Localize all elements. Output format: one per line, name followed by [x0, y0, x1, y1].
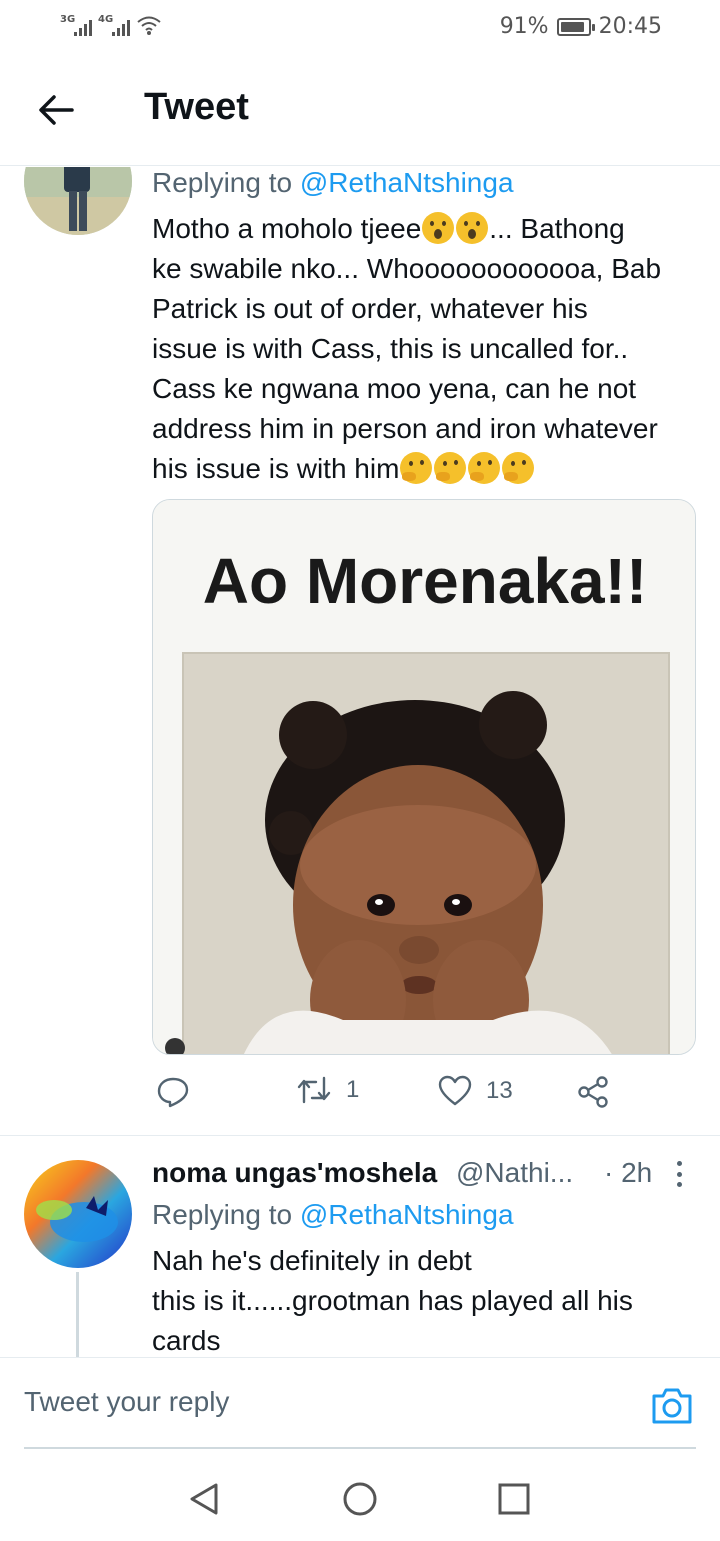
display-name[interactable]: noma ungas'moshela	[152, 1157, 437, 1189]
tweet-text-line: this is it......grootman has played all …	[152, 1285, 633, 1316]
reply-button[interactable]	[156, 1075, 204, 1109]
signal-icon: 3G	[60, 14, 92, 36]
avatar[interactable]	[24, 167, 132, 235]
top-app-bar: Tweet	[0, 56, 720, 166]
thinking-emoji-icon	[400, 452, 433, 484]
back-arrow-icon	[39, 95, 74, 125]
tweet-text-line: address him in person and iron whatever	[152, 413, 658, 444]
thinking-emoji-icon	[502, 452, 535, 484]
tweet-text-line: issue is with Cass, this is uncalled for…	[152, 333, 629, 364]
tweet-header: noma ungas'moshela @Nathi... · 2h	[152, 1157, 692, 1193]
tweet-text-line: Motho a moholo tjeee... Bathong	[152, 212, 625, 244]
battery-icon	[556, 17, 595, 36]
status-right: 91% 20:45	[500, 14, 662, 39]
astonished-emoji-icon	[456, 212, 489, 244]
thinking-emoji-icon	[468, 452, 501, 484]
reply-icon	[157, 1077, 189, 1108]
battery-percent: 91%	[499, 14, 549, 39]
retweet-icon	[297, 1076, 331, 1104]
tweet-thread[interactable]: Replying to @RethaNtshinga Motho a mohol…	[0, 167, 720, 1357]
thread-connector	[76, 1272, 79, 1357]
status-bar: 3G 4G 91% 20:45	[0, 0, 720, 56]
clock: 20:45	[598, 14, 662, 39]
tweet-time: · 2h	[604, 1157, 653, 1188]
back-button[interactable]	[32, 90, 80, 130]
status-left: 3G 4G	[60, 14, 162, 36]
replying-to: Replying to @RethaNtshinga	[152, 167, 514, 199]
avatar[interactable]	[24, 1160, 132, 1268]
retweet-count: 1	[346, 1076, 360, 1103]
tweet-text-line: ke swabile nko... Whoooooooooooa, Bab	[152, 253, 662, 284]
replying-handle-link[interactable]: @RethaNtshinga	[300, 167, 514, 198]
share-button[interactable]	[576, 1075, 610, 1109]
tweet-text-line: Cass ke ngwana moo yena, can he not	[152, 373, 637, 404]
tweet-text: Nah he's definitely in debt this is it...…	[152, 1241, 702, 1357]
camera-button[interactable]	[650, 1384, 694, 1428]
wifi-icon	[137, 16, 161, 35]
more-icon	[676, 1161, 682, 1166]
system-nav-bar	[0, 1449, 720, 1541]
tweet-divider	[0, 1135, 720, 1136]
user-handle[interactable]: @Nathi...	[456, 1157, 573, 1189]
like-count: 13	[486, 1077, 513, 1104]
nav-home-icon[interactable]	[340, 1479, 380, 1519]
retweet-button[interactable]: 1	[296, 1075, 359, 1105]
more-options-button[interactable]	[672, 1159, 686, 1189]
replying-prefix: Replying to	[152, 167, 293, 198]
thinking-emoji-icon	[434, 452, 467, 484]
reply-input[interactable]: Tweet your reply	[24, 1386, 229, 1418]
replying-prefix: Replying to	[152, 1199, 293, 1230]
share-icon	[578, 1076, 608, 1108]
tweet-image[interactable]: Ao Morenaka!!	[152, 499, 696, 1055]
network-type-2: 4G	[98, 14, 114, 25]
tweet-text-line: Patrick is out of order, whatever his	[152, 293, 588, 324]
replying-to: Replying to @RethaNtshinga	[152, 1199, 514, 1231]
like-icon	[438, 1075, 472, 1106]
tweet-text-line: cards	[152, 1325, 221, 1356]
tweet-actions: 1 13	[152, 1075, 712, 1115]
replying-handle-link[interactable]: @RethaNtshinga	[300, 1199, 514, 1230]
camera-icon	[652, 1388, 692, 1424]
reply-composer: Tweet your reply	[0, 1357, 720, 1449]
tweet-text: Motho a moholo tjeee... Bathong ke swabil…	[152, 209, 702, 489]
like-button[interactable]: 13	[438, 1075, 513, 1107]
signal-icon: 4G	[98, 14, 130, 36]
nav-recents-icon[interactable]	[494, 1479, 534, 1519]
nav-back-icon[interactable]	[184, 1479, 224, 1519]
astonished-emoji-icon	[422, 212, 455, 244]
tweet-text-line: his issue is with him	[152, 449, 702, 489]
tweet-text-line: Nah he's definitely in debt	[152, 1245, 472, 1276]
network-type-1: 3G	[60, 14, 76, 25]
image-caption: Ao Morenaka!!	[203, 545, 648, 617]
page-title: Tweet	[144, 86, 249, 128]
